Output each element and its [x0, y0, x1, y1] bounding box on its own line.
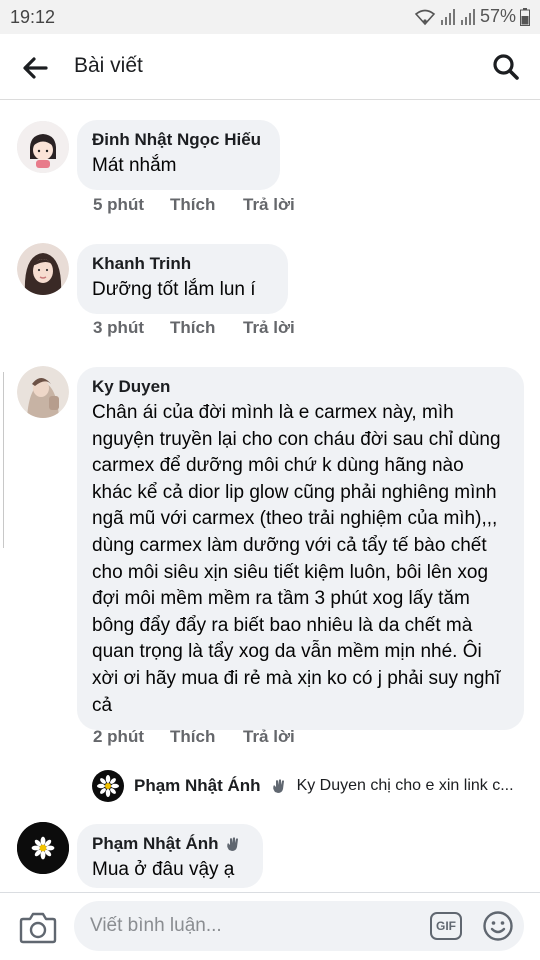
battery-icon — [520, 7, 530, 26]
avatar-photo-icon — [17, 243, 69, 295]
signal-icon — [460, 8, 475, 25]
comment-text: Dưỡng tốt lắm lun í — [92, 279, 256, 300]
comment-author[interactable]: Phạm Nhật Ánh — [92, 833, 219, 855]
comment-bubble[interactable]: Phạm Nhật Ánh Mua ở đâu vậy ạ — [77, 824, 263, 888]
battery-percent: 57% — [479, 6, 516, 26]
comment-text: Chân ái của đời mình là e carmex này, mì… — [92, 402, 501, 716]
reply-button[interactable]: Trả lời — [243, 195, 295, 215]
comment-actions: 3 phút Thích Trả lời — [93, 318, 295, 338]
comment-author[interactable]: Ky Duyen — [92, 376, 509, 398]
avatar-cartoon-girl-icon — [17, 121, 69, 173]
comment-bubble[interactable]: Khanh Trinh Dưỡng tốt lắm lun í — [77, 244, 288, 314]
camera-icon — [19, 912, 57, 944]
status-time: 19:12 — [10, 7, 56, 27]
back-arrow-icon — [23, 57, 48, 79]
comment-time[interactable]: 5 phút — [93, 195, 170, 215]
reply-snippet: Ky Duyen chị cho e xin link c... — [296, 777, 514, 794]
hand-wave-icon — [272, 779, 284, 793]
wifi-icon — [414, 9, 436, 25]
page-title: Bài viết — [74, 54, 143, 77]
avatar[interactable] — [17, 121, 69, 173]
camera-button[interactable] — [18, 909, 58, 945]
like-button[interactable]: Thích — [170, 318, 243, 338]
like-button[interactable]: Thích — [170, 195, 243, 215]
comment-text: Mát nhắm — [92, 155, 177, 176]
search-icon — [493, 54, 519, 80]
comment-time[interactable]: 2 phút — [93, 727, 170, 747]
status-bar: 19:12 57% — [0, 0, 540, 34]
comment-actions: 5 phút Thích Trả lời — [93, 195, 295, 215]
comment-time[interactable]: 3 phút — [93, 318, 170, 338]
avatar[interactable] — [17, 822, 69, 874]
reply-button[interactable]: Trả lời — [243, 727, 295, 747]
smiley-icon — [483, 911, 513, 941]
comment-bubble[interactable]: Ky Duyen Chân ái của đời mình là e carme… — [77, 367, 524, 731]
comment-input[interactable] — [90, 910, 420, 942]
reply-preview[interactable]: Phạm Nhật Ánh Ky Duyen chị cho e xin lin… — [92, 768, 514, 804]
reply-button[interactable]: Trả lời — [243, 318, 295, 338]
gif-button[interactable]: GIF — [430, 912, 462, 940]
comment-author[interactable]: Khanh Trinh — [92, 253, 273, 275]
comment-actions: 2 phút Thích Trả lời — [93, 727, 295, 747]
avatar[interactable] — [17, 366, 69, 418]
search-button[interactable] — [488, 49, 524, 85]
avatar — [92, 770, 124, 802]
signal-icon — [440, 8, 455, 25]
reply-author[interactable]: Phạm Nhật Ánh — [134, 776, 261, 796]
like-button[interactable]: Thích — [170, 727, 243, 747]
top-bar: Bài viết — [0, 34, 540, 100]
comment-composer: GIF — [0, 892, 540, 960]
back-button[interactable] — [18, 51, 52, 85]
status-icons: 57% — [414, 6, 530, 27]
emoji-button[interactable] — [482, 910, 514, 942]
avatar-photo-icon — [17, 366, 69, 418]
thread-line — [0, 372, 4, 548]
comment-author[interactable]: Đinh Nhật Ngọc Hiếu — [92, 129, 265, 151]
daisy-icon — [97, 775, 119, 797]
avatar[interactable] — [17, 243, 69, 295]
comment-author-row: Phạm Nhật Ánh — [92, 833, 248, 855]
daisy-icon — [17, 822, 69, 874]
comment-input-box: GIF — [74, 901, 524, 951]
comment-bubble[interactable]: Đinh Nhật Ngọc Hiếu Mát nhắm — [77, 120, 280, 190]
comment-text: Mua ở đâu vậy ạ — [92, 859, 235, 880]
hand-wave-icon — [226, 837, 238, 851]
